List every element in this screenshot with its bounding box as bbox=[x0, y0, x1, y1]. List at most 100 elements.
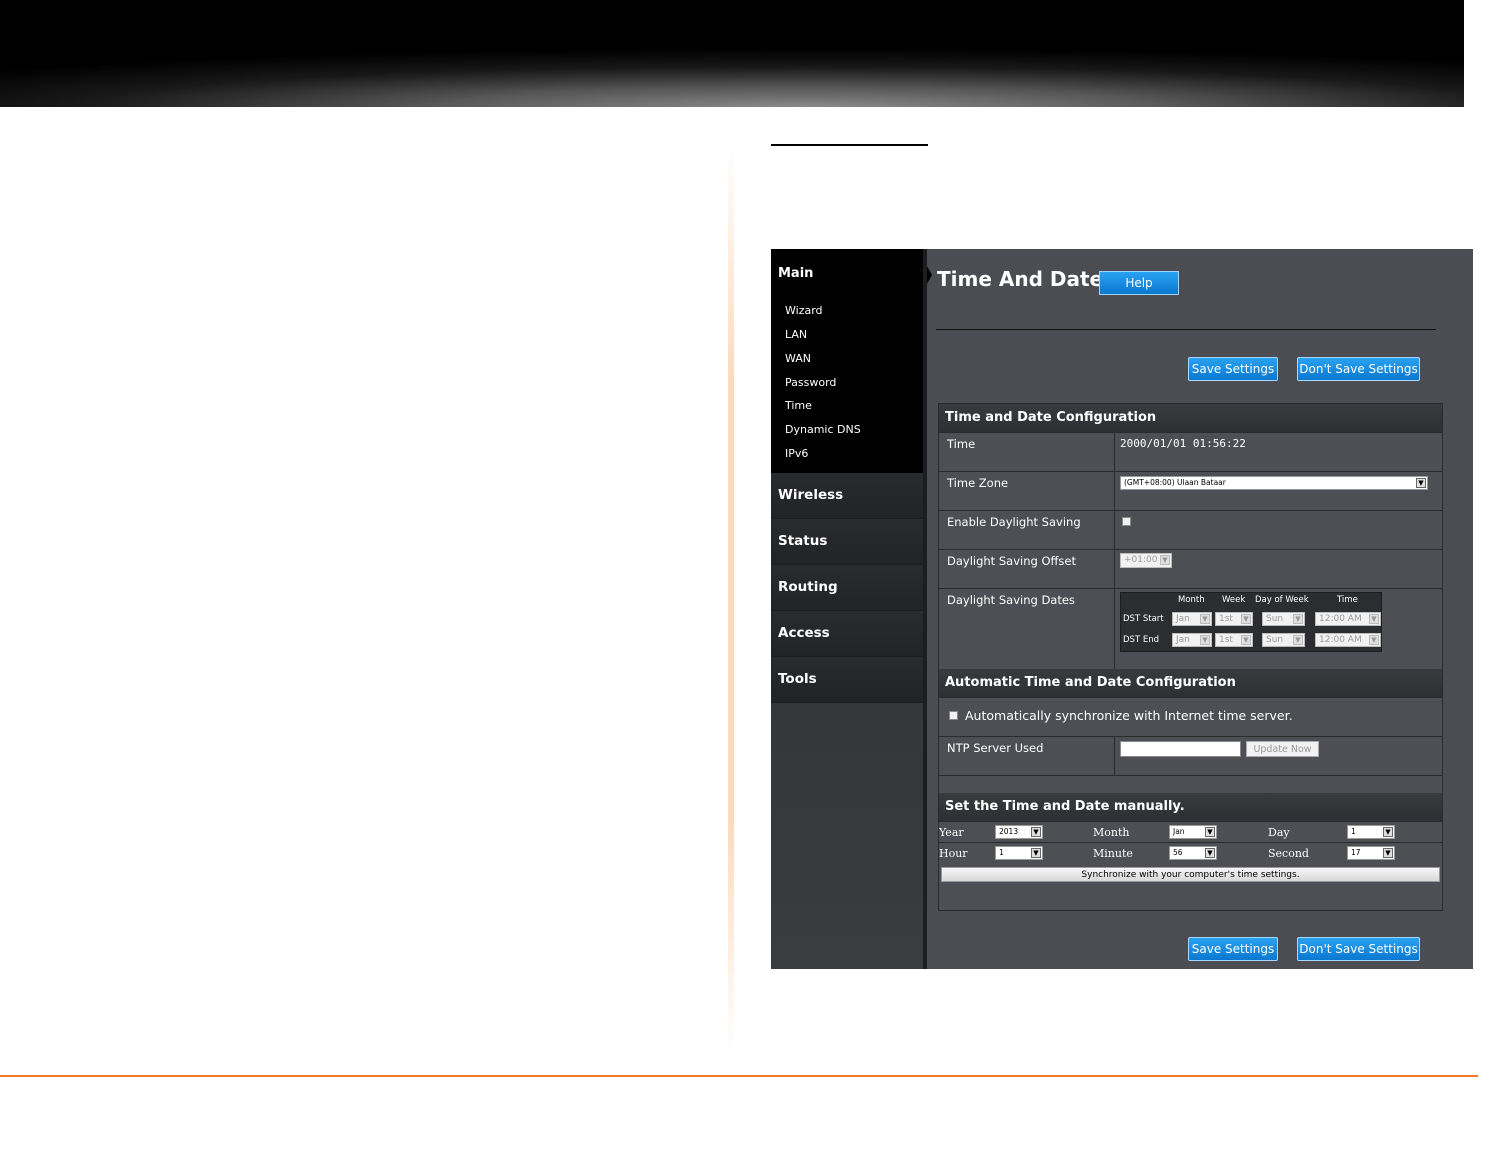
row-auto-sync: Automatically synchronize with Internet … bbox=[939, 697, 1442, 736]
content-area: Time And Date Help Save Settings Don't S… bbox=[928, 249, 1473, 969]
chevron-down-icon: ▼ bbox=[1241, 635, 1251, 645]
page-title: Time And Date bbox=[937, 267, 1104, 291]
sidebar-main-section: Main Wizard LAN WAN Password Time Dynami… bbox=[771, 249, 932, 473]
dst-start-week-select[interactable]: 1st ▼ bbox=[1215, 612, 1253, 626]
dst-start-month-select[interactable]: Jan ▼ bbox=[1172, 612, 1212, 626]
day-label: Day bbox=[1268, 826, 1290, 839]
heading-underline bbox=[771, 144, 928, 146]
chevron-down-icon: ▼ bbox=[1369, 614, 1379, 624]
chevron-down-icon: ▼ bbox=[1205, 848, 1215, 858]
row-enable-daylight-saving: Enable Daylight Saving bbox=[939, 510, 1442, 549]
dont-save-settings-button-top[interactable]: Don't Save Settings bbox=[1297, 357, 1420, 381]
column-divider bbox=[728, 150, 734, 1050]
sidebar-item-time[interactable]: Time bbox=[785, 399, 812, 412]
sidebar-item-wan[interactable]: WAN bbox=[785, 352, 811, 365]
daylight-offset-label: Daylight Saving Offset bbox=[947, 554, 1076, 568]
save-settings-button-top[interactable]: Save Settings bbox=[1188, 357, 1278, 381]
chevron-down-icon: ▼ bbox=[1293, 635, 1303, 645]
help-button[interactable]: Help bbox=[1099, 271, 1179, 295]
chevron-down-icon: ▼ bbox=[1369, 635, 1379, 645]
time-label: Time bbox=[947, 437, 976, 451]
chevron-down-icon: ▼ bbox=[1293, 614, 1303, 624]
daylight-offset-select[interactable]: +01:00 ▼ bbox=[1120, 553, 1172, 568]
ntp-server-input[interactable] bbox=[1120, 741, 1241, 757]
chevron-down-icon: ▼ bbox=[1160, 555, 1170, 565]
sidebar: Main Wizard LAN WAN Password Time Dynami… bbox=[771, 249, 932, 969]
row-time: Time 2000/01/01 01:56:22 bbox=[939, 432, 1442, 471]
chevron-down-icon: ▼ bbox=[1241, 614, 1251, 624]
dst-end-month-select[interactable]: Jan ▼ bbox=[1172, 633, 1212, 647]
daylight-saving-label: Enable Daylight Saving bbox=[947, 515, 1081, 529]
minute-select[interactable]: 56 ▼ bbox=[1169, 846, 1217, 860]
document-page: Main Wizard LAN WAN Password Time Dynami… bbox=[0, 0, 1509, 1167]
dst-header-week: Week bbox=[1222, 595, 1246, 605]
chevron-down-icon: ▼ bbox=[1200, 614, 1210, 624]
dst-start-label: DST Start bbox=[1123, 614, 1164, 624]
sidebar-section-routing[interactable]: Routing bbox=[771, 565, 924, 611]
section-header-manual: Set the Time and Date manually. bbox=[939, 793, 1442, 821]
row-daylight-saving-dates: Daylight Saving Dates Month Week Day of … bbox=[939, 588, 1442, 669]
dst-end-week-select[interactable]: 1st ▼ bbox=[1215, 633, 1253, 647]
row-time-zone: Time Zone (GMT+08:00) Ulaan Bataar ▼ bbox=[939, 471, 1442, 510]
sidebar-item-wizard[interactable]: Wizard bbox=[785, 304, 823, 317]
settings-panel: Time and Date Configuration Time 2000/01… bbox=[938, 403, 1443, 911]
year-select[interactable]: 2013 ▼ bbox=[995, 825, 1043, 839]
ntp-server-label: NTP Server Used bbox=[947, 741, 1044, 755]
hour-select[interactable]: 1 ▼ bbox=[995, 846, 1043, 860]
dst-end-day-select[interactable]: Sun ▼ bbox=[1262, 633, 1305, 647]
sidebar-item-ipv6[interactable]: IPv6 bbox=[785, 447, 808, 460]
dst-end-time-select[interactable]: 12:00 AM ▼ bbox=[1315, 633, 1381, 647]
daylight-dates-label: Daylight Saving Dates bbox=[947, 593, 1075, 607]
dont-save-settings-button-bottom[interactable]: Don't Save Settings bbox=[1297, 937, 1420, 961]
sidebar-section-wireless[interactable]: Wireless bbox=[771, 473, 924, 519]
time-zone-label: Time Zone bbox=[947, 476, 1009, 490]
sidebar-section-access[interactable]: Access bbox=[771, 611, 924, 657]
time-zone-value: (GMT+08:00) Ulaan Bataar bbox=[1124, 478, 1226, 487]
row-ntp-server: NTP Server Used Update Now bbox=[939, 736, 1442, 775]
dst-start-time-select[interactable]: 12:00 AM ▼ bbox=[1315, 612, 1381, 626]
save-settings-button-bottom[interactable]: Save Settings bbox=[1188, 937, 1278, 961]
daylight-saving-checkbox[interactable] bbox=[1122, 517, 1131, 526]
title-divider bbox=[936, 329, 1436, 330]
time-value: 2000/01/01 01:56:22 bbox=[1120, 437, 1246, 450]
dst-header-time: Time bbox=[1337, 595, 1358, 605]
router-screenshot: Main Wizard LAN WAN Password Time Dynami… bbox=[771, 249, 1473, 969]
sidebar-item-lan[interactable]: LAN bbox=[785, 328, 807, 341]
time-zone-select[interactable]: (GMT+08:00) Ulaan Bataar ▼ bbox=[1120, 476, 1428, 490]
hour-label: Hour bbox=[939, 847, 968, 860]
dst-table: Month Week Day of Week Time DST Start Ja… bbox=[1120, 592, 1382, 652]
year-label: Year bbox=[939, 826, 964, 839]
footer-rule bbox=[0, 1075, 1478, 1077]
sidebar-item-dynamic-dns[interactable]: Dynamic DNS bbox=[785, 423, 861, 436]
row-daylight-saving-offset: Daylight Saving Offset +01:00 ▼ bbox=[939, 549, 1442, 588]
chevron-down-icon: ▼ bbox=[1383, 827, 1393, 837]
chevron-down-icon: ▼ bbox=[1416, 478, 1426, 488]
second-label: Second bbox=[1268, 847, 1309, 860]
chevron-down-icon: ▼ bbox=[1031, 848, 1041, 858]
day-select[interactable]: 1 ▼ bbox=[1347, 825, 1395, 839]
dst-start-day-select[interactable]: Sun ▼ bbox=[1262, 612, 1305, 626]
month-label: Month bbox=[1093, 826, 1130, 839]
chevron-down-icon: ▼ bbox=[1031, 827, 1041, 837]
sidebar-section-tools[interactable]: Tools bbox=[771, 657, 924, 703]
sidebar-item-password[interactable]: Password bbox=[785, 376, 836, 389]
row-manual-time: Hour 1 ▼ Minute 56 ▼ Second 17 ▼ bbox=[939, 842, 1442, 863]
auto-sync-checkbox[interactable] bbox=[949, 711, 958, 720]
update-now-button[interactable]: Update Now bbox=[1246, 741, 1319, 757]
section-header-auto-config: Automatic Time and Date Configuration bbox=[939, 669, 1442, 697]
sidebar-main-title[interactable]: Main bbox=[778, 266, 813, 281]
row-manual-date: Year 2013 ▼ Month Jan ▼ Day 1 ▼ bbox=[939, 821, 1442, 842]
sidebar-section-status[interactable]: Status bbox=[771, 519, 924, 565]
chevron-down-icon: ▼ bbox=[1383, 848, 1393, 858]
top-banner bbox=[0, 0, 1464, 107]
dst-end-label: DST End bbox=[1123, 635, 1159, 645]
dst-header-month: Month bbox=[1178, 595, 1205, 605]
month-select[interactable]: Jan ▼ bbox=[1169, 825, 1217, 839]
minute-label: Minute bbox=[1093, 847, 1133, 860]
section-header-time-config: Time and Date Configuration bbox=[939, 404, 1442, 432]
row-spacer bbox=[939, 775, 1442, 793]
sync-computer-time-button[interactable]: Synchronize with your computer's time se… bbox=[941, 867, 1440, 882]
chevron-down-icon: ▼ bbox=[1205, 827, 1215, 837]
second-select[interactable]: 17 ▼ bbox=[1347, 846, 1395, 860]
daylight-offset-value: +01:00 bbox=[1124, 555, 1158, 565]
